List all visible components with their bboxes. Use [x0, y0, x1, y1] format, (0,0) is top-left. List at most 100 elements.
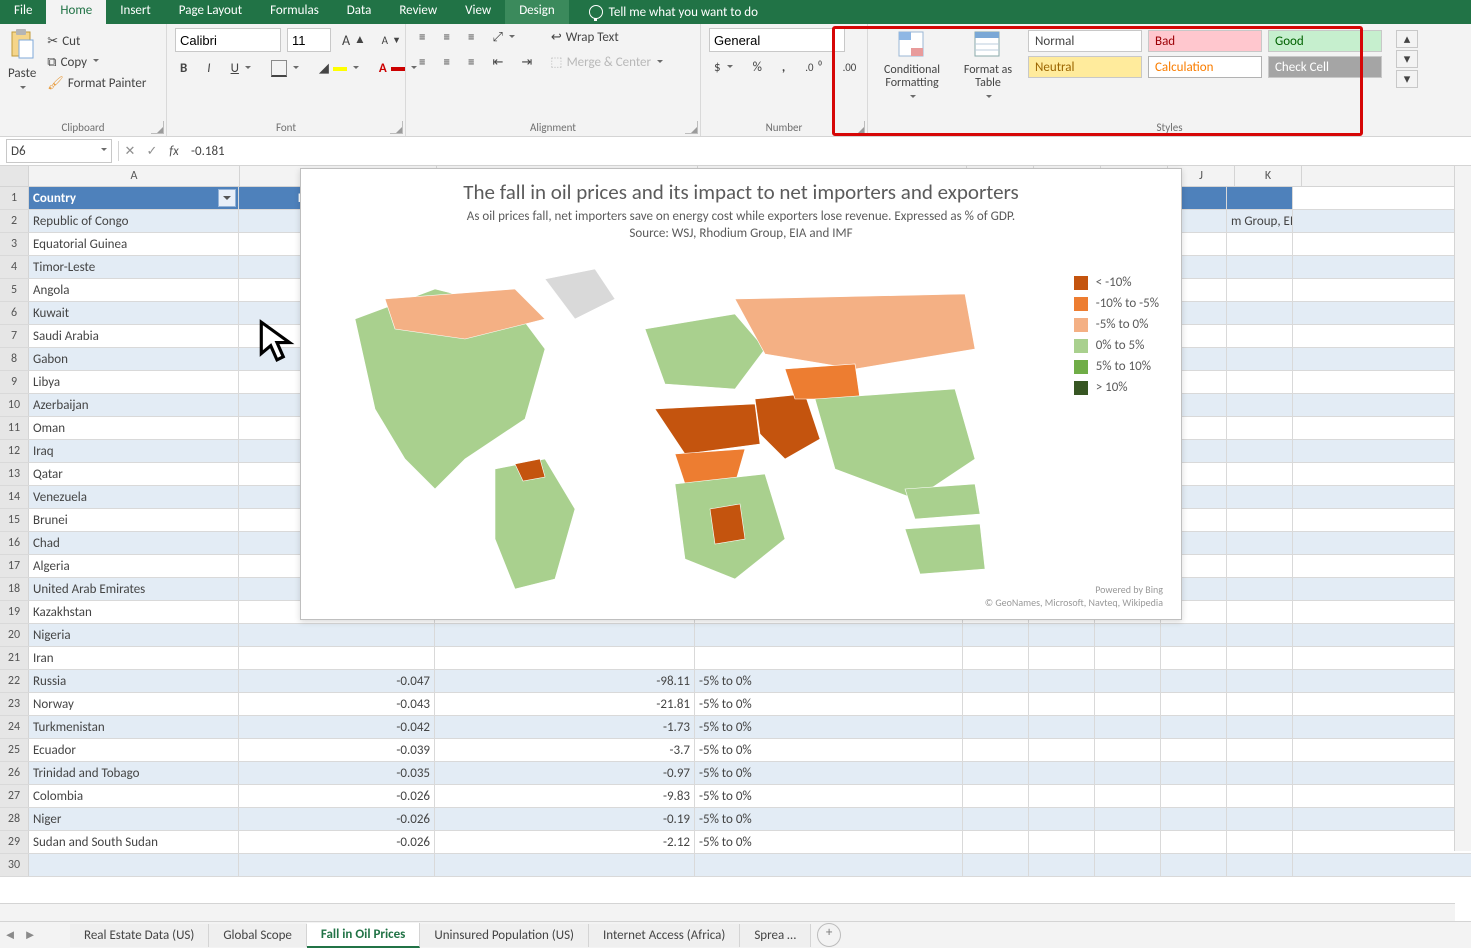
row-header[interactable]: 14 — [0, 486, 29, 508]
cell[interactable] — [1227, 509, 1293, 531]
cell[interactable]: Country — [29, 187, 239, 209]
cell[interactable] — [1029, 831, 1095, 853]
cell[interactable] — [1161, 670, 1227, 692]
fx-button[interactable]: fx — [163, 144, 185, 159]
cell[interactable]: Russia — [29, 670, 239, 692]
cell[interactable] — [1095, 716, 1161, 738]
cell[interactable]: -0.042 — [239, 716, 435, 738]
horizontal-scrollbar[interactable] — [0, 903, 1455, 922]
cell[interactable] — [1029, 785, 1095, 807]
cell[interactable] — [1227, 831, 1293, 853]
cancel-formula-button[interactable]: ✕ — [119, 144, 141, 159]
cell[interactable] — [1227, 371, 1293, 393]
vertical-scrollbar[interactable] — [1454, 166, 1471, 851]
cell[interactable]: -5% to 0% — [695, 762, 963, 784]
cell[interactable]: Libya — [29, 371, 239, 393]
sheet-tab-sprea[interactable]: Sprea … — [740, 924, 811, 947]
cell[interactable]: -3.7 — [435, 739, 695, 761]
grow-font-button[interactable]: A▲ — [337, 30, 371, 51]
cell[interactable]: -0.19 — [435, 808, 695, 830]
cell[interactable] — [1227, 808, 1293, 830]
cell[interactable] — [1227, 555, 1293, 577]
cell[interactable]: Norway — [29, 693, 239, 715]
paste-button[interactable]: Paste — [8, 28, 36, 96]
row-header[interactable]: 7 — [0, 325, 29, 347]
decrease-decimal-button[interactable]: .00 — [838, 59, 862, 76]
cell[interactable] — [435, 624, 695, 646]
merge-center-button[interactable]: ⬚Merge & Center — [545, 53, 668, 72]
row-header[interactable]: 30 — [0, 854, 29, 876]
cell[interactable]: -21.81 — [435, 693, 695, 715]
cell[interactable] — [1227, 578, 1293, 600]
cut-button[interactable]: ✂Cut — [42, 32, 151, 51]
underline-button[interactable]: U — [226, 59, 256, 78]
cell[interactable] — [1227, 785, 1293, 807]
tab-design[interactable]: Design — [505, 0, 568, 24]
cell[interactable]: -0.035 — [239, 762, 435, 784]
cell[interactable] — [1227, 716, 1293, 738]
font-size-select[interactable] — [287, 28, 331, 52]
style-normal[interactable]: Normal — [1028, 30, 1142, 52]
cell[interactable]: -0.043 — [239, 693, 435, 715]
cell[interactable] — [963, 716, 1029, 738]
cell[interactable]: Brunei — [29, 509, 239, 531]
sheet-tab-uninsured[interactable]: Uninsured Population (US) — [420, 924, 589, 947]
cell[interactable]: Trinidad and Tobago — [29, 762, 239, 784]
row-header[interactable]: 11 — [0, 417, 29, 439]
cell[interactable] — [1161, 624, 1227, 646]
cell[interactable] — [1161, 716, 1227, 738]
tab-review[interactable]: Review — [385, 0, 451, 24]
cell[interactable] — [239, 624, 435, 646]
cell[interactable]: -2.12 — [435, 831, 695, 853]
cell[interactable]: Venezuela — [29, 486, 239, 508]
row-header[interactable]: 21 — [0, 647, 29, 669]
cell[interactable] — [695, 624, 963, 646]
shrink-font-button[interactable]: A▼ — [377, 32, 406, 49]
row-header[interactable]: 20 — [0, 624, 29, 646]
row-header[interactable]: 17 — [0, 555, 29, 577]
cell[interactable]: -5% to 0% — [695, 808, 963, 830]
cell[interactable]: Algeria — [29, 555, 239, 577]
table-row[interactable]: 20Nigeria — [0, 624, 1471, 647]
tab-formulas[interactable]: Formulas — [256, 0, 333, 24]
cell[interactable] — [1095, 854, 1161, 876]
alignment-dialog-launcher[interactable] — [685, 121, 698, 134]
cell[interactable] — [1161, 808, 1227, 830]
cell[interactable]: -0.047 — [239, 670, 435, 692]
number-dialog-launcher[interactable] — [852, 121, 865, 134]
cell[interactable]: Oman — [29, 417, 239, 439]
cell[interactable]: Kuwait — [29, 302, 239, 324]
cell[interactable]: Ecuador — [29, 739, 239, 761]
cell[interactable] — [1227, 463, 1293, 485]
col-header-A[interactable]: A — [29, 166, 240, 186]
bold-button[interactable]: B — [175, 59, 192, 78]
cell[interactable] — [1161, 762, 1227, 784]
cell[interactable] — [1095, 831, 1161, 853]
cell[interactable]: Niger — [29, 808, 239, 830]
row-header[interactable]: 24 — [0, 716, 29, 738]
percent-format-button[interactable]: % — [748, 58, 767, 77]
cell[interactable] — [1029, 670, 1095, 692]
tab-view[interactable]: View — [451, 0, 505, 24]
cell[interactable]: Colombia — [29, 785, 239, 807]
increase-decimal-button[interactable]: .0⁰ — [800, 58, 827, 77]
align-center-button[interactable]: ≡ — [438, 53, 454, 72]
fill-color-button[interactable]: ◢ — [314, 59, 364, 78]
cell[interactable] — [1095, 693, 1161, 715]
cell[interactable]: -0.026 — [239, 831, 435, 853]
cell[interactable] — [1227, 624, 1293, 646]
cell[interactable]: Iraq — [29, 440, 239, 462]
cell[interactable] — [1029, 624, 1095, 646]
table-row[interactable]: 28Niger-0.026-0.19-5% to 0% — [0, 808, 1471, 831]
cell[interactable]: -0.026 — [239, 785, 435, 807]
row-header[interactable]: 4 — [0, 256, 29, 278]
style-calculation[interactable]: Calculation — [1148, 56, 1262, 78]
cell[interactable] — [963, 808, 1029, 830]
sheet-nav-prev[interactable]: ◄ — [0, 927, 20, 943]
row-header[interactable]: 15 — [0, 509, 29, 531]
cell[interactable]: Iran — [29, 647, 239, 669]
cell[interactable] — [1029, 716, 1095, 738]
cell[interactable]: -5% to 0% — [695, 739, 963, 761]
cell[interactable]: Azerbaijan — [29, 394, 239, 416]
tab-file[interactable]: File — [0, 0, 46, 24]
